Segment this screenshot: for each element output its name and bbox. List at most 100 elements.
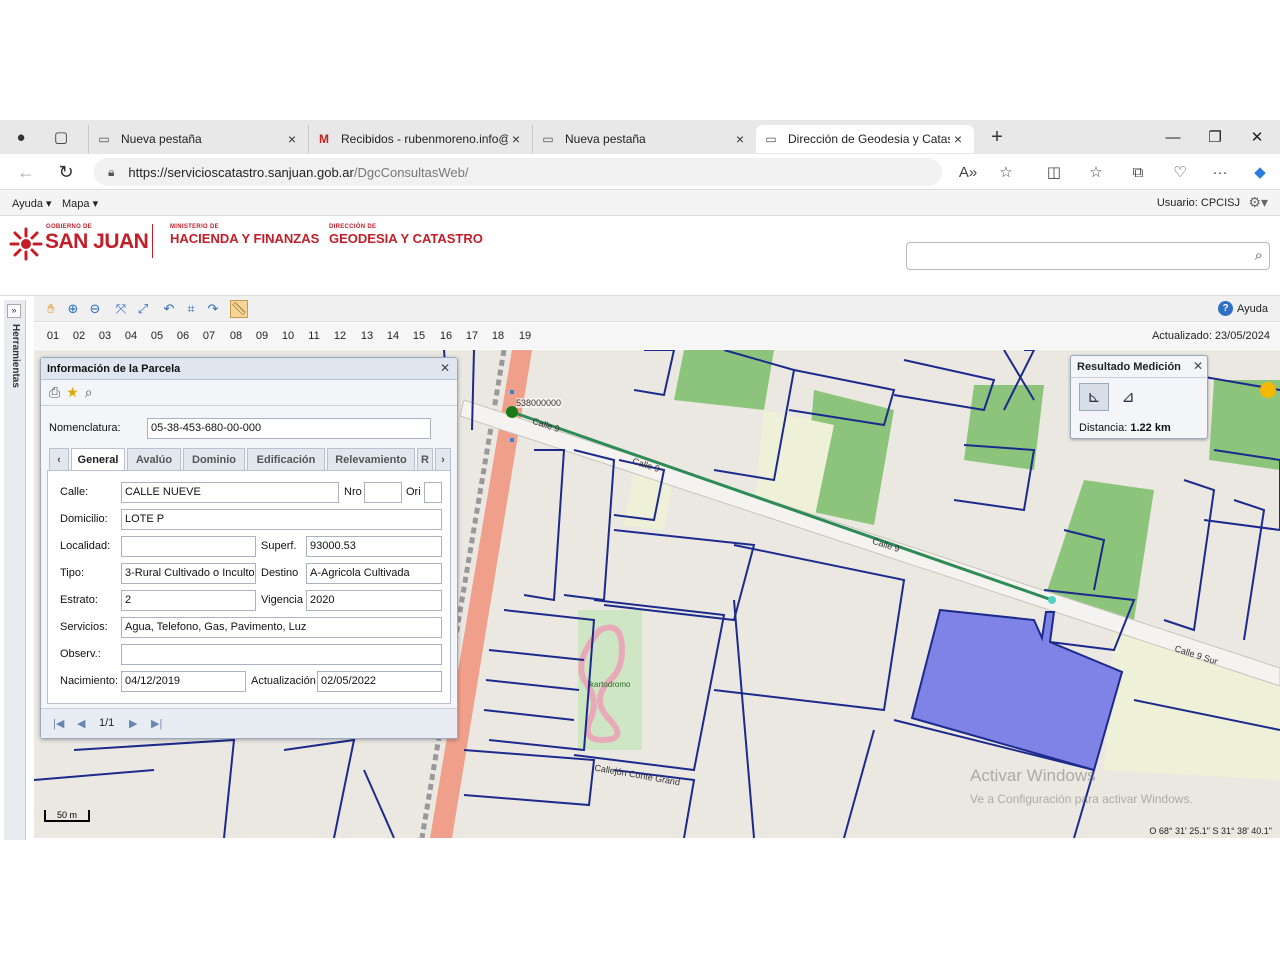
undo-view-icon[interactable]: ↶ (160, 300, 178, 318)
tab-nueva-pestana-1[interactable]: ▭ Nueva pestaña × (88, 125, 308, 153)
collections-icon[interactable]: ⧉ (1124, 158, 1152, 186)
zoom-in-icon[interactable]: ⊕ (64, 300, 82, 318)
superf-field[interactable]: 93000.53 (306, 536, 442, 557)
tab-actions-icon[interactable]: ▢ (46, 122, 76, 152)
favorite-star-icon[interactable]: ☆ (992, 158, 1020, 186)
search-input[interactable]: ⌕ (906, 242, 1270, 270)
profile-icon[interactable]: ● (6, 122, 36, 152)
tab-scroll-left[interactable]: ‹ (49, 448, 69, 470)
help-button[interactable]: ? Ayuda (1218, 301, 1268, 316)
refresh-icon[interactable]: ↻ (52, 158, 80, 186)
tab-gmail[interactable]: M Recibidos - rubenmoreno.info@ × (308, 125, 532, 153)
servicios-field[interactable]: Agua, Telefono, Gas, Pavimento, Luz (121, 617, 442, 638)
zone-13[interactable]: 13 (354, 330, 380, 342)
tab-avaluo[interactable]: Avalúo (127, 448, 181, 470)
tab-geodesia[interactable]: ▭ Dirección de Geodesia y Catastro × (756, 125, 974, 153)
calle-field[interactable]: CALLE NUEVE (121, 482, 339, 503)
back-arrow-icon[interactable]: ← (12, 158, 40, 186)
estrato-field[interactable]: 2 (121, 590, 256, 611)
destino-field[interactable]: A-Agricola Cultivada (306, 563, 442, 584)
favorites-icon[interactable]: ☆ (1082, 158, 1110, 186)
restore-button[interactable]: ❐ (1194, 120, 1236, 154)
actualizacion-field[interactable]: 02/05/2022 (317, 671, 442, 692)
ori-field[interactable] (424, 482, 442, 503)
zone-06[interactable]: 06 (170, 330, 196, 342)
close-tab-icon[interactable]: × (732, 131, 748, 147)
minimize-button[interactable]: — (1152, 120, 1194, 154)
next-page-icon[interactable]: ▶ (129, 717, 137, 730)
zone-04[interactable]: 04 (118, 330, 144, 342)
zoom-extent-icon[interactable]: ⤧ (112, 300, 130, 318)
menu-mapa[interactable]: Mapa ▾ (62, 197, 98, 210)
url-field[interactable]: 🔒︎ https://servicioscatastro.sanjuan.gob… (94, 158, 942, 186)
copilot-icon[interactable]: ◆ (1246, 158, 1274, 186)
zone-07[interactable]: 07 (196, 330, 222, 342)
zone-10[interactable]: 10 (275, 330, 301, 342)
selected-parcel[interactable] (910, 608, 1124, 772)
zone-14[interactable]: 14 (380, 330, 406, 342)
zoom-out-icon[interactable]: ⊖ (86, 300, 104, 318)
nro-field[interactable] (364, 482, 402, 503)
close-tab-icon[interactable]: × (508, 131, 524, 147)
poi-marker[interactable] (1260, 382, 1276, 398)
zone-17[interactable]: 17 (459, 330, 485, 342)
tab-r[interactable]: R (417, 448, 433, 470)
tipo-field[interactable]: 3-Rural Cultivado o Inculto (121, 563, 256, 584)
new-tab-button[interactable]: + (982, 123, 1012, 151)
search-parcel-icon[interactable]: ⌕ (85, 384, 93, 401)
observ-field[interactable] (121, 644, 442, 665)
kart-label: kartodromo (590, 680, 631, 689)
zone-02[interactable]: 02 (66, 330, 92, 342)
close-tab-icon[interactable]: × (950, 131, 966, 147)
split-screen-icon[interactable]: ◫ (1040, 158, 1068, 186)
domicilio-field[interactable]: LOTE P (121, 509, 442, 530)
measure-window-title[interactable]: Resultado Medición (1071, 356, 1207, 378)
prev-page-icon[interactable]: ◀ (77, 717, 85, 730)
close-measure-icon[interactable]: ✕ (1193, 359, 1203, 373)
zone-12[interactable]: 12 (327, 330, 353, 342)
zone-03[interactable]: 03 (92, 330, 118, 342)
zone-09[interactable]: 09 (249, 330, 275, 342)
close-tab-icon[interactable]: × (284, 131, 300, 147)
nacimiento-field[interactable]: 04/12/2019 (121, 671, 246, 692)
tab-nueva-pestana-2[interactable]: ▭ Nueva pestaña × (532, 125, 756, 153)
last-page-icon[interactable]: ▶| (151, 717, 162, 730)
tab-scroll-right[interactable]: › (435, 448, 451, 470)
tab-edificacion[interactable]: Edificación (247, 448, 325, 470)
extensions-icon[interactable]: ♡ (1166, 158, 1194, 186)
measure-ruler-icon[interactable]: 📏︎ (230, 300, 248, 318)
zoom-full-icon[interactable]: ⤢ (134, 300, 152, 318)
search-icon[interactable]: ⌕ (1255, 247, 1263, 264)
zone-19[interactable]: 19 (512, 330, 538, 342)
parcel-window-title[interactable]: Información de la Parcela (41, 358, 457, 380)
zone-11[interactable]: 11 (301, 330, 327, 342)
print-icon[interactable]: ⎙ (49, 384, 60, 401)
read-aloud-icon[interactable]: A» (954, 158, 982, 186)
zone-15[interactable]: 15 (406, 330, 432, 342)
localidad-field[interactable] (121, 536, 256, 557)
measure-distance-icon[interactable]: ⊾ (1079, 383, 1109, 411)
zone-16[interactable]: 16 (433, 330, 459, 342)
favorite-star-icon[interactable]: ★ (66, 384, 79, 401)
gear-icon[interactable]: ⚙▾ (1248, 194, 1268, 211)
nomenclatura-field[interactable]: 05-38-453-680-00-000 (147, 418, 431, 439)
close-parcel-icon[interactable]: ✕ (438, 361, 452, 375)
select-area-icon[interactable]: ⌗ (182, 300, 200, 318)
zone-18[interactable]: 18 (485, 330, 511, 342)
measure-area-icon[interactable]: ⊿ (1113, 383, 1143, 411)
tab-relevamiento[interactable]: Relevamiento (327, 448, 415, 470)
vigencia-field[interactable]: 2020 (306, 590, 442, 611)
tab-dominio[interactable]: Dominio (183, 448, 245, 470)
redo-view-icon[interactable]: ↷ (204, 300, 222, 318)
zone-05[interactable]: 05 (144, 330, 170, 342)
menu-ayuda[interactable]: Ayuda ▾ (12, 197, 52, 210)
tab-general[interactable]: General (71, 448, 125, 470)
more-options-icon[interactable]: ··· (1206, 158, 1234, 186)
tools-sidebar-label[interactable]: Herramientas (10, 324, 21, 388)
zone-08[interactable]: 08 (223, 330, 249, 342)
close-window-button[interactable]: ✕ (1236, 120, 1278, 154)
expand-sidebar-button[interactable]: » (7, 304, 21, 318)
first-page-icon[interactable]: |◀ (53, 717, 64, 730)
pan-hand-icon[interactable]: ✋︎ (42, 300, 60, 318)
zone-01[interactable]: 01 (40, 330, 66, 342)
